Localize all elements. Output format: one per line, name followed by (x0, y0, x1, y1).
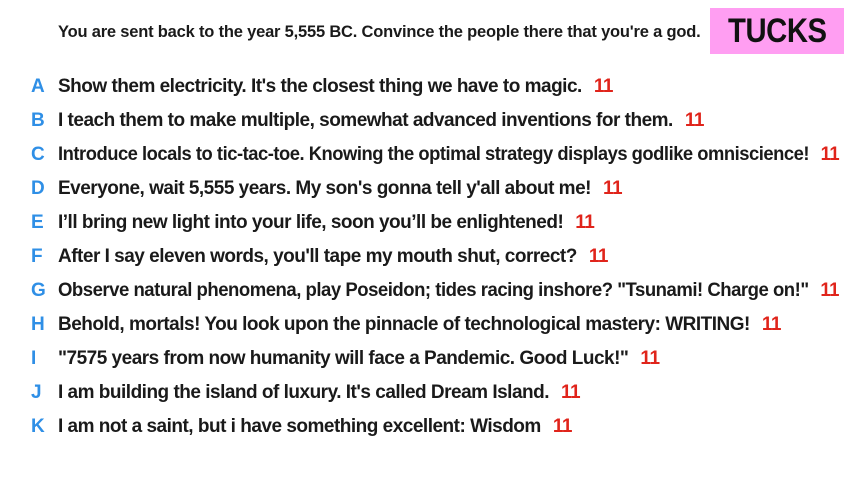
entry-score: 11 (593, 76, 614, 97)
entry-letter: I (31, 348, 37, 369)
entry-score: 11 (684, 110, 705, 131)
entry-letter: A (31, 76, 45, 97)
entry-text: Show them electricity. It's the closest … (58, 76, 614, 97)
entry-text: After I say eleven words, you'll tape my… (58, 246, 609, 267)
entry-letter: C (31, 144, 45, 165)
entry-text: I teach them to make multiple, somewhat … (58, 110, 705, 131)
entry-letter: F (31, 246, 43, 267)
entry-text: Behold, mortals! You look upon the pinna… (58, 314, 782, 335)
entry-text: "7575 years from now humanity will face … (58, 348, 660, 369)
entry-score: 11 (820, 144, 840, 165)
badge: TUCKS (710, 8, 844, 54)
entry-letter: G (31, 280, 46, 301)
entry-score: 11 (552, 416, 573, 437)
entry-score: 11 (575, 212, 595, 233)
entry-letter: B (31, 110, 45, 131)
entry-text: Introduce locals to tic-tac-toe. Knowing… (58, 144, 840, 165)
entry-text: I am building the island of luxury. It's… (58, 382, 581, 403)
entry-letter: J (31, 382, 42, 403)
entry-letter: E (31, 212, 44, 233)
entry-text: I am not a saint, but i have something e… (58, 416, 573, 437)
entry-letter: D (31, 178, 45, 199)
entry-score: 11 (761, 314, 782, 335)
entry-score: 11 (588, 246, 609, 267)
badge-label: TUCKS (727, 11, 827, 50)
entry-text: Observe natural phenomena, play Poseidon… (58, 280, 839, 301)
prompt-text: You are sent back to the year 5,555 BC. … (58, 22, 701, 41)
entry-letter: H (31, 314, 45, 335)
entry-score: 11 (561, 382, 581, 403)
entry-score: 11 (640, 348, 660, 369)
entry-score: 11 (602, 178, 623, 199)
entry-text: Everyone, wait 5,555 years. My son's gon… (58, 178, 623, 199)
entry-text: I’ll bring new light into your life, soo… (58, 212, 595, 233)
entry-score: 11 (820, 280, 839, 301)
entry-letter: K (31, 416, 45, 437)
